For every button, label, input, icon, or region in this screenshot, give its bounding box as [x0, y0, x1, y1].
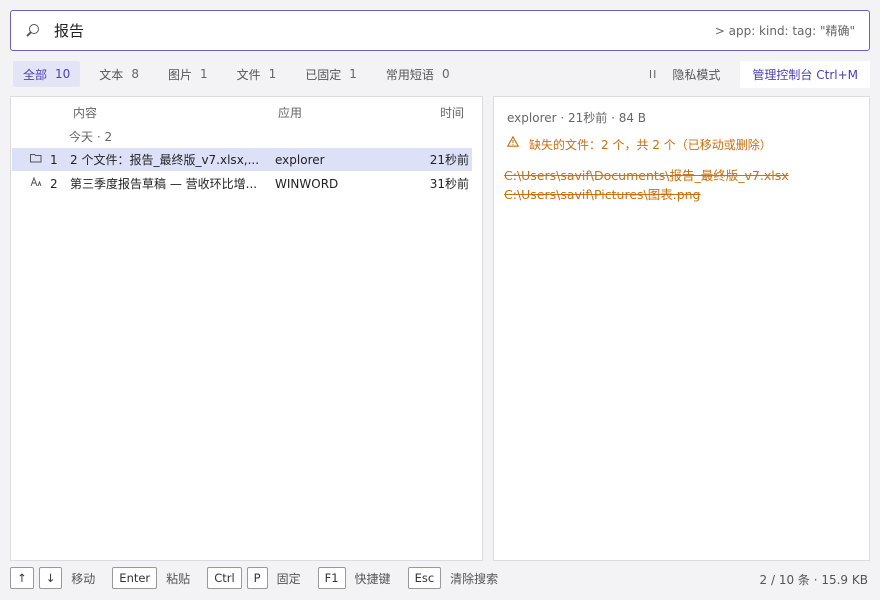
search-bar[interactable]: > app: kind: tag: "精确"	[10, 10, 870, 51]
detail-panel: explorer · 21秒前 · 84 B 缺失的文件：2 个，共 2 个（已…	[493, 96, 870, 561]
down-key: ↓	[38, 567, 63, 589]
tab-label: 文件	[236, 67, 261, 82]
tab-files[interactable]: 文件 1	[227, 61, 287, 87]
column-header-app[interactable]: 应用	[278, 104, 302, 121]
detail-meta: explorer · 21秒前 · 84 B	[507, 111, 647, 125]
f1-key: F1	[317, 567, 346, 589]
warning-icon	[506, 135, 520, 153]
filter-tabs: 全部 10 文本 8 图片 1 文件 1 已固定 1 常用短语 0	[13, 61, 469, 87]
shortcut-bar: ↑ ↓ 移动 Enter 粘贴 Ctrl P 固定 F1 快捷键 Esc 清除搜…	[10, 567, 515, 589]
group-header-today: 今天 · 2	[69, 130, 113, 144]
tab-all[interactable]: 全部 10	[13, 61, 81, 87]
tab-text[interactable]: 文本 8	[89, 61, 149, 87]
folder-icon	[30, 153, 42, 166]
search-icon	[24, 23, 40, 39]
clip-list-panel: 内容 应用 时间 今天 · 2 1 2 个文件：报告_最终版_v7.xlsx,.…	[10, 96, 483, 561]
text-icon	[30, 176, 42, 190]
missing-files-warning: 缺失的文件：2 个，共 2 个（已移动或删除）	[506, 135, 772, 153]
tab-count: 10	[55, 67, 71, 81]
ctrl-key: Ctrl	[207, 567, 242, 589]
admin-console-button[interactable]: 管理控制台 Ctrl+M	[740, 60, 870, 88]
tab-label: 全部	[23, 67, 48, 82]
item-index: 1	[50, 152, 58, 167]
clear-search-label: 清除搜索	[450, 571, 499, 586]
paste-label: 粘贴	[166, 571, 191, 586]
pause-icon[interactable]: II	[649, 68, 658, 81]
tab-count: 1	[268, 67, 277, 81]
privacy-mode-button[interactable]: 隐私模式	[672, 66, 720, 83]
missing-file-path: C:\Users\savif\Documents\报告_最终版_v7.xlsx	[504, 168, 789, 183]
esc-key: Esc	[407, 567, 442, 589]
tab-phrases[interactable]: 常用短语 0	[376, 61, 460, 87]
tab-label: 文本	[99, 67, 124, 82]
pin-label: 固定	[276, 571, 301, 586]
tab-label: 已固定	[305, 67, 342, 82]
missing-file-paths: C:\Users\savif\Documents\报告_最终版_v7.xlsx …	[504, 166, 789, 204]
tab-label: 常用短语	[385, 67, 434, 82]
status-summary: 2 / 10 条 · 15.9 KB	[759, 573, 868, 587]
toolbar-right: II 隐私模式 管理控制台 Ctrl+M	[649, 60, 870, 88]
search-syntax-hint: > app: kind: tag: "精确"	[714, 24, 855, 38]
list-item[interactable]: 1 2 个文件：报告_最终版_v7.xlsx,... explorer 21秒前	[12, 148, 472, 171]
item-index: 2	[50, 176, 58, 191]
tab-count: 8	[131, 67, 139, 81]
tab-count: 1	[349, 67, 357, 81]
missing-file-path: C:\Users\savif\Pictures\图表.png	[504, 187, 701, 202]
move-label: 移动	[71, 571, 96, 586]
column-header-time[interactable]: 时间	[440, 104, 464, 121]
item-content: 第三季度报告草稿 — 营收环比增...	[70, 177, 258, 191]
enter-key: Enter	[112, 567, 158, 589]
item-app: WINWORD	[275, 176, 339, 191]
tab-images[interactable]: 图片 1	[158, 61, 218, 87]
warning-text: 缺失的文件：2 个，共 2 个（已移动或删除）	[529, 138, 772, 152]
item-time: 31秒前	[429, 177, 469, 191]
tab-count: 1	[199, 67, 208, 81]
p-key: P	[246, 567, 268, 589]
column-header-content[interactable]: 内容	[73, 104, 97, 121]
tab-label: 图片	[167, 67, 192, 82]
up-key: ↑	[10, 567, 34, 589]
list-item[interactable]: 2 第三季度报告草稿 — 营收环比增... WINWORD 31秒前	[12, 172, 472, 195]
tab-pinned[interactable]: 已固定 1	[295, 61, 367, 87]
shortcuts-label: 快捷键	[354, 571, 391, 586]
item-time: 21秒前	[429, 153, 469, 167]
item-app: explorer	[275, 152, 325, 167]
search-input[interactable]	[54, 21, 715, 40]
item-content: 2 个文件：报告_最终版_v7.xlsx,...	[70, 153, 260, 167]
tab-count: 0	[441, 67, 450, 81]
